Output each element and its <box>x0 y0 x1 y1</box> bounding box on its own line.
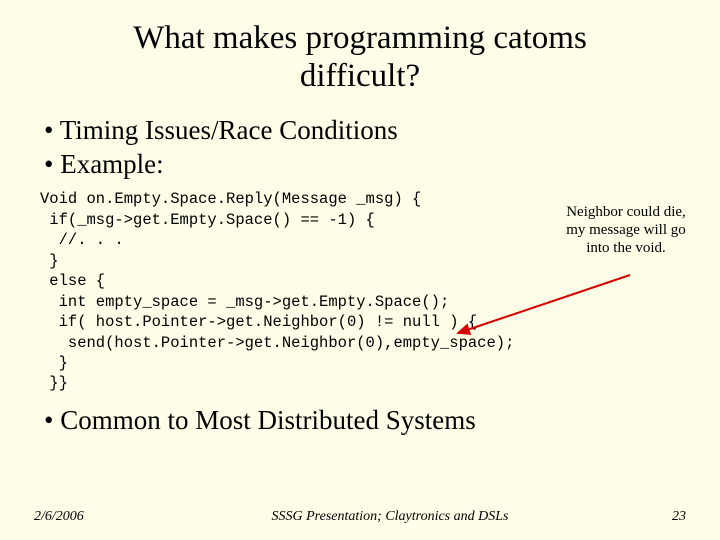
bullet-timing-issues: Timing Issues/Race Conditions <box>40 114 680 148</box>
bottom-bullet-list: Common to Most Distributed Systems <box>40 404 680 438</box>
slide-body: What makes programming catoms difficult?… <box>0 0 720 540</box>
slide-footer: 2/6/2006 SSSG Presentation; Claytronics … <box>0 509 720 526</box>
footer-date: 2/6/2006 <box>34 509 154 525</box>
code-area: Void on.Empty.Space.Reply(Message _msg) … <box>40 189 680 394</box>
slide-title: What makes programming catoms difficult? <box>40 20 680 96</box>
footer-page-number: 23 <box>626 509 686 525</box>
top-bullet-list: Timing Issues/Race Conditions Example: <box>40 114 680 182</box>
bullet-common-distributed: Common to Most Distributed Systems <box>40 404 680 438</box>
footer-presentation-title: SSSG Presentation; Claytronics and DSLs <box>154 509 626 526</box>
bullet-example: Example: <box>40 148 680 182</box>
callout-annotation: Neighbor could die, my message will go i… <box>564 203 688 257</box>
